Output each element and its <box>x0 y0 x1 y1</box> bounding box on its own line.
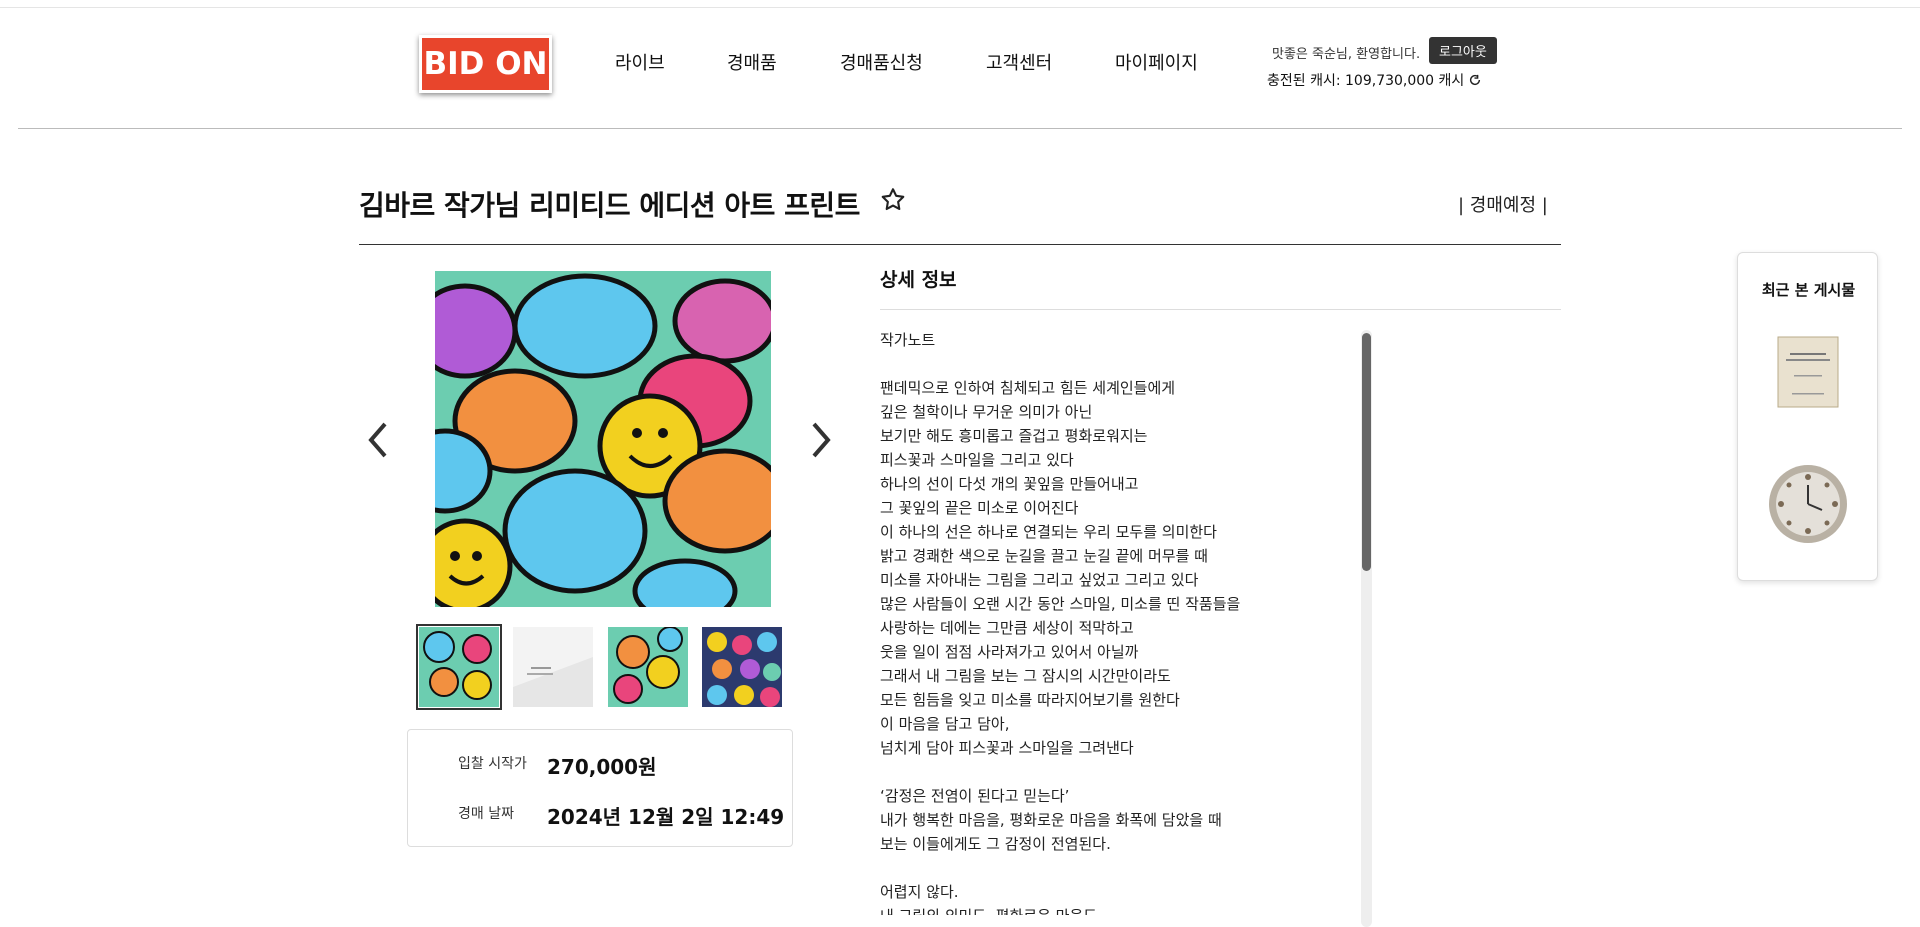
main-artwork-image <box>435 271 771 607</box>
nav-item-request[interactable]: 경매품신청 <box>840 49 923 75</box>
nav-auction-items[interactable]: 경매품 <box>727 49 777 75</box>
scroll-thumb[interactable] <box>1362 333 1371 571</box>
recent-item-book[interactable] <box>1776 335 1840 409</box>
detail-scrollbar[interactable] <box>1361 330 1372 927</box>
start-price-label: 입찰 시작가 <box>458 756 527 772</box>
item-title: 김바르 작가님 리미티드 에디션 아트 프린트 <box>359 189 860 222</box>
nav-customer-center[interactable]: 고객센터 <box>986 49 1052 75</box>
nav-mypage[interactable]: 마이페이지 <box>1115 49 1198 75</box>
title-divider <box>359 244 1561 245</box>
logout-button[interactable]: 로그아웃 <box>1429 37 1497 64</box>
welcome-text: 맛좋은 죽순님, 환영합니다. <box>1272 47 1421 62</box>
prev-arrow-icon[interactable] <box>363 420 393 460</box>
price-info-box: 입찰 시작가 270,000원 경매 날짜 2024년 12월 2일 12:49 <box>407 729 793 847</box>
site-header: BID ON 라이브 경매품 경매품신청 고객센터 마이페이지 맛좋은 죽순님,… <box>18 8 1902 129</box>
favorite-star-icon[interactable] <box>879 186 907 214</box>
next-arrow-icon[interactable] <box>806 420 836 460</box>
thumbnail-1[interactable] <box>416 624 502 710</box>
cash-balance: 충전된 캐시: 109,730,000 캐시 <box>1267 70 1482 90</box>
bidon-logo[interactable]: BID ON <box>419 35 552 93</box>
recent-item-clock[interactable] <box>1767 463 1849 545</box>
detail-description: 작가노트 팬데믹으로 인하여 침체되고 힘든 세계인들에게 깊은 철학이나 무거… <box>880 331 1241 915</box>
thumbnail-2[interactable] <box>513 627 593 707</box>
thumbnail-4[interactable] <box>702 627 782 707</box>
recent-viewed-title: 최근 본 게시물 <box>1761 281 1856 299</box>
auction-date-label: 경매 날짜 <box>458 806 514 822</box>
start-price-value: 270,000원 <box>547 755 657 779</box>
detail-divider <box>880 309 1561 310</box>
detail-heading: 상세 정보 <box>880 269 957 291</box>
recent-viewed-panel: 최근 본 게시물 <box>1737 252 1878 581</box>
cash-label: 충전된 캐시: 109,730,000 캐시 <box>1267 73 1465 89</box>
thumbnail-3[interactable] <box>608 627 688 707</box>
auction-status: | 경매예정 | <box>1458 195 1548 216</box>
refresh-icon[interactable] <box>1468 73 1482 87</box>
auction-date-value: 2024년 12월 2일 12:49 <box>547 805 785 829</box>
nav-live[interactable]: 라이브 <box>615 49 665 75</box>
